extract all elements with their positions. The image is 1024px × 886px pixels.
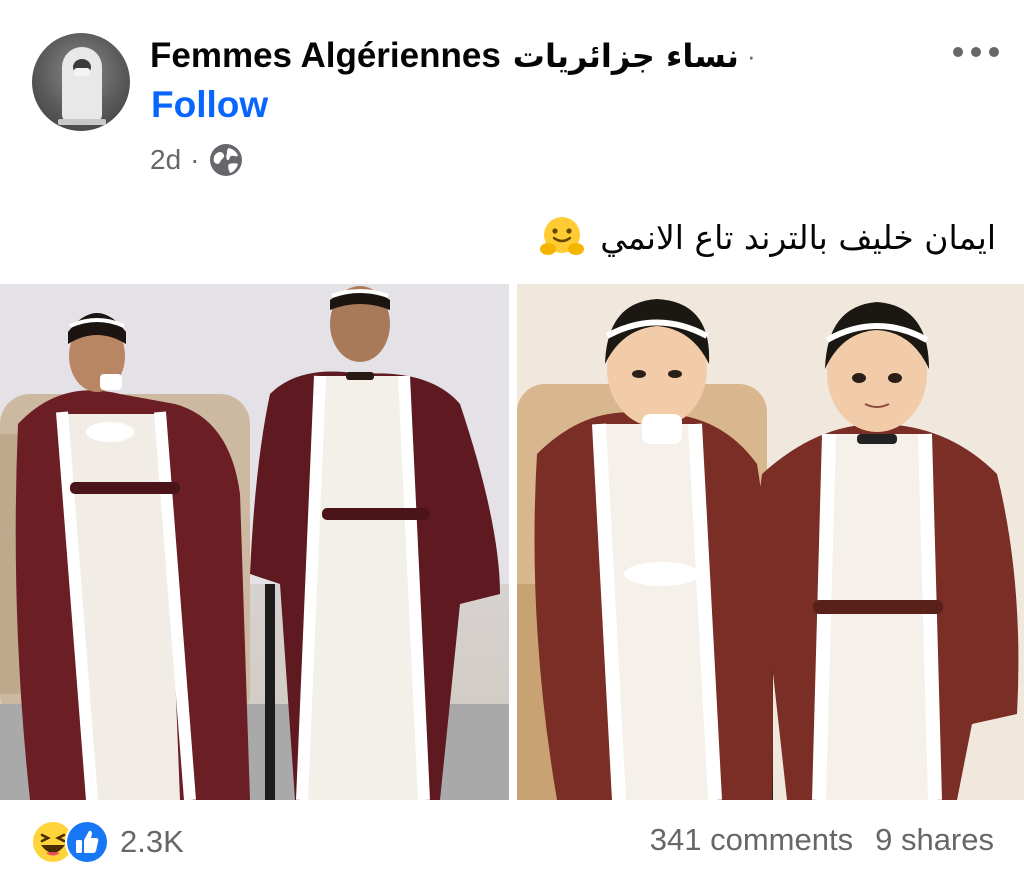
- post-caption: ايمان خليف بالترند تاع الانمي: [600, 217, 996, 257]
- hugging-face-emoji: [540, 217, 585, 255]
- post-timestamp[interactable]: 2d: [150, 144, 181, 176]
- reactions-summary[interactable]: 2.3K: [30, 819, 184, 865]
- photo-left-scene: [0, 284, 509, 800]
- reaction-count[interactable]: 2.3K: [120, 824, 184, 860]
- meta-separator: ·: [190, 144, 200, 175]
- follow-button[interactable]: Follow: [151, 84, 268, 126]
- globe-icon[interactable]: [208, 142, 244, 178]
- like-reaction-icon: [65, 820, 109, 864]
- page-name-arabic[interactable]: نساء جزائريات: [513, 37, 739, 75]
- photo-right[interactable]: [517, 284, 1024, 800]
- post-header: Femmes Algériennes نساء جزائريات · Follo…: [0, 0, 1024, 200]
- post-media[interactable]: [0, 284, 1024, 800]
- photo-right-scene: [517, 284, 1024, 800]
- post-text: ايمان خليف بالترند تاع الانمي: [538, 207, 996, 267]
- comments-count[interactable]: 341 comments: [650, 822, 853, 858]
- page-avatar[interactable]: [32, 33, 130, 131]
- more-horizontal-icon[interactable]: [950, 42, 1002, 62]
- name-separator: ·: [746, 40, 756, 71]
- post-footer: 2.3K 341 comments 9 shares: [0, 800, 1024, 886]
- engagement-stats: 341 comments 9 shares: [650, 822, 994, 858]
- shares-count[interactable]: 9 shares: [875, 822, 994, 858]
- page-name-line: Femmes Algériennes نساء جزائريات ·: [150, 34, 756, 78]
- page-name[interactable]: Femmes Algériennes: [150, 36, 501, 76]
- post-meta: 2d ·: [150, 140, 244, 180]
- photo-left[interactable]: [0, 284, 509, 800]
